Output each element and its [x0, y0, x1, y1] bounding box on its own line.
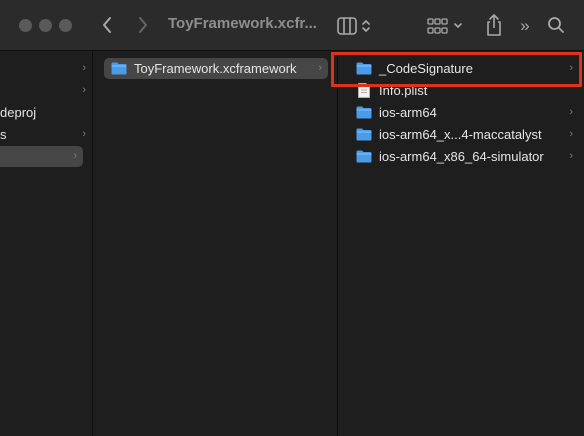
column-xcframework-contents: _CodeSignature › Info.plist ios-arm64 › …	[339, 52, 584, 436]
grid-group-icon	[427, 18, 462, 34]
list-item-info-plist[interactable]: Info.plist	[349, 80, 579, 101]
chevron-right-icon: ›	[318, 62, 322, 74]
column-view-icon	[337, 17, 370, 35]
list-item[interactable]: deproj	[0, 102, 92, 123]
chevron-right-icon	[139, 17, 147, 33]
folder-icon	[111, 62, 127, 75]
list-item-simulator[interactable]: ios-arm64_x86_64-simulator ›	[349, 146, 579, 167]
column-parent: › › deproj s › ›	[0, 52, 93, 436]
list-item-xcframework[interactable]: ToyFramework.xcframework ›	[104, 58, 328, 79]
group-button[interactable]	[426, 14, 466, 38]
list-item-label: ToyFramework.xcframework	[134, 61, 297, 76]
chevron-right-icon: ›	[82, 128, 86, 140]
list-item-ios-arm64[interactable]: ios-arm64 ›	[349, 102, 579, 123]
chevron-right-icon: ›	[82, 84, 86, 96]
chevron-left-icon	[103, 17, 111, 33]
zoom-window-button[interactable]	[59, 19, 72, 32]
folder-icon	[356, 128, 372, 141]
list-item[interactable]: ›	[0, 80, 92, 101]
share-button[interactable]	[483, 11, 505, 39]
chevron-right-icon: ›	[569, 128, 573, 140]
list-item-label: ios-arm64_x86_64-simulator	[379, 149, 544, 164]
toolbar: ToyFramework.xcfr... »	[0, 0, 584, 51]
folder-icon	[356, 62, 372, 75]
list-item-label: _CodeSignature	[379, 61, 473, 76]
list-item[interactable]: s ›	[0, 124, 92, 145]
view-mode-button[interactable]	[336, 14, 376, 38]
more-toolbar-button[interactable]: »	[514, 14, 536, 38]
list-item-selected[interactable]: ›	[0, 146, 83, 167]
forward-button[interactable]	[132, 13, 154, 37]
back-button[interactable]	[96, 13, 118, 37]
close-window-button[interactable]	[19, 19, 32, 32]
list-item-label: deproj	[0, 105, 37, 120]
folder-icon	[356, 150, 372, 163]
list-item-label: ios-arm64	[379, 105, 437, 120]
list-item[interactable]: ›	[0, 58, 92, 79]
chevron-right-icon: ›	[569, 106, 573, 118]
list-item-maccatalyst[interactable]: ios-arm64_x...4-maccatalyst ›	[349, 124, 579, 145]
share-icon	[487, 14, 501, 36]
chevron-right-icon: ›	[73, 150, 77, 162]
document-icon	[358, 83, 370, 98]
chevron-right-icon: ›	[569, 62, 573, 74]
list-item-label: Info.plist	[379, 83, 428, 98]
search-icon	[548, 17, 564, 33]
chevron-right-icon: ›	[82, 62, 86, 74]
search-button[interactable]	[545, 13, 567, 37]
list-item-label: ios-arm64_x...4-maccatalyst	[379, 127, 542, 142]
minimize-window-button[interactable]	[39, 19, 52, 32]
list-item-label: s	[0, 127, 7, 142]
window-title: ToyFramework.xcfr...	[168, 15, 317, 32]
chevron-right-icon: ›	[569, 150, 573, 162]
column-contents: ToyFramework.xcframework ›	[94, 52, 338, 436]
folder-icon	[356, 106, 372, 119]
list-item-codesignature[interactable]: _CodeSignature ›	[349, 58, 579, 79]
